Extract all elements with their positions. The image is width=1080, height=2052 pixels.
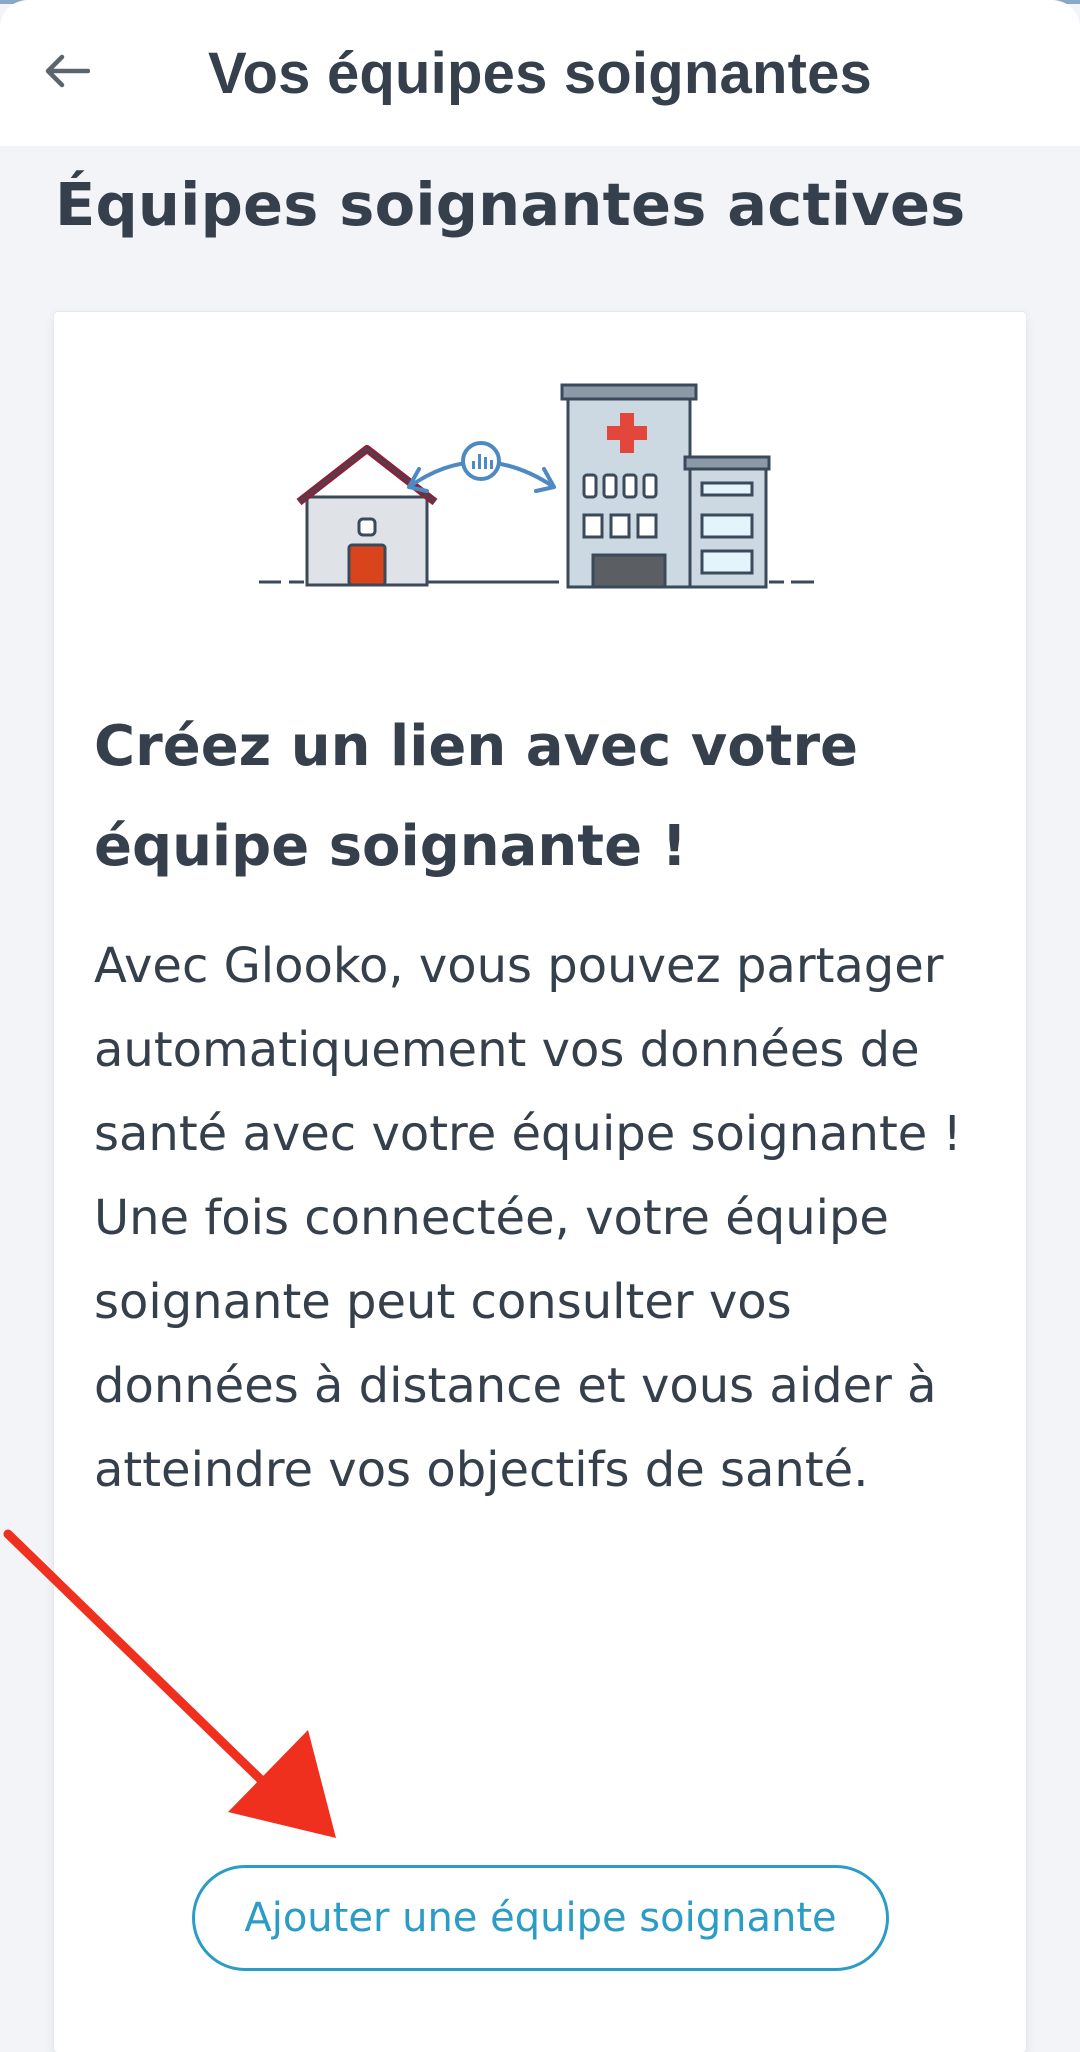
arrow-left-icon bbox=[45, 54, 90, 88]
data-sync-icon bbox=[407, 441, 556, 493]
home-hospital-connection-illustration bbox=[259, 383, 814, 589]
card-heading: Créez un lien avec votre équipe soignant… bbox=[94, 714, 859, 879]
house-icon bbox=[296, 445, 438, 587]
app-header: Vos équipes soignantes bbox=[0, 0, 1080, 146]
card-description: Avec Glooko, vous pouvez partager automa… bbox=[94, 938, 962, 1498]
care-team-card: Créez un lien avec votre équipe soignant… bbox=[54, 312, 1026, 2052]
add-care-team-button[interactable]: Ajouter une équipe soignante bbox=[192, 1865, 889, 1971]
back-button[interactable] bbox=[36, 40, 98, 102]
page-title: Vos équipes soignantes bbox=[207, 40, 873, 106]
section-title: Équipes soignantes actives bbox=[55, 170, 966, 239]
hospital-icon bbox=[560, 383, 771, 589]
